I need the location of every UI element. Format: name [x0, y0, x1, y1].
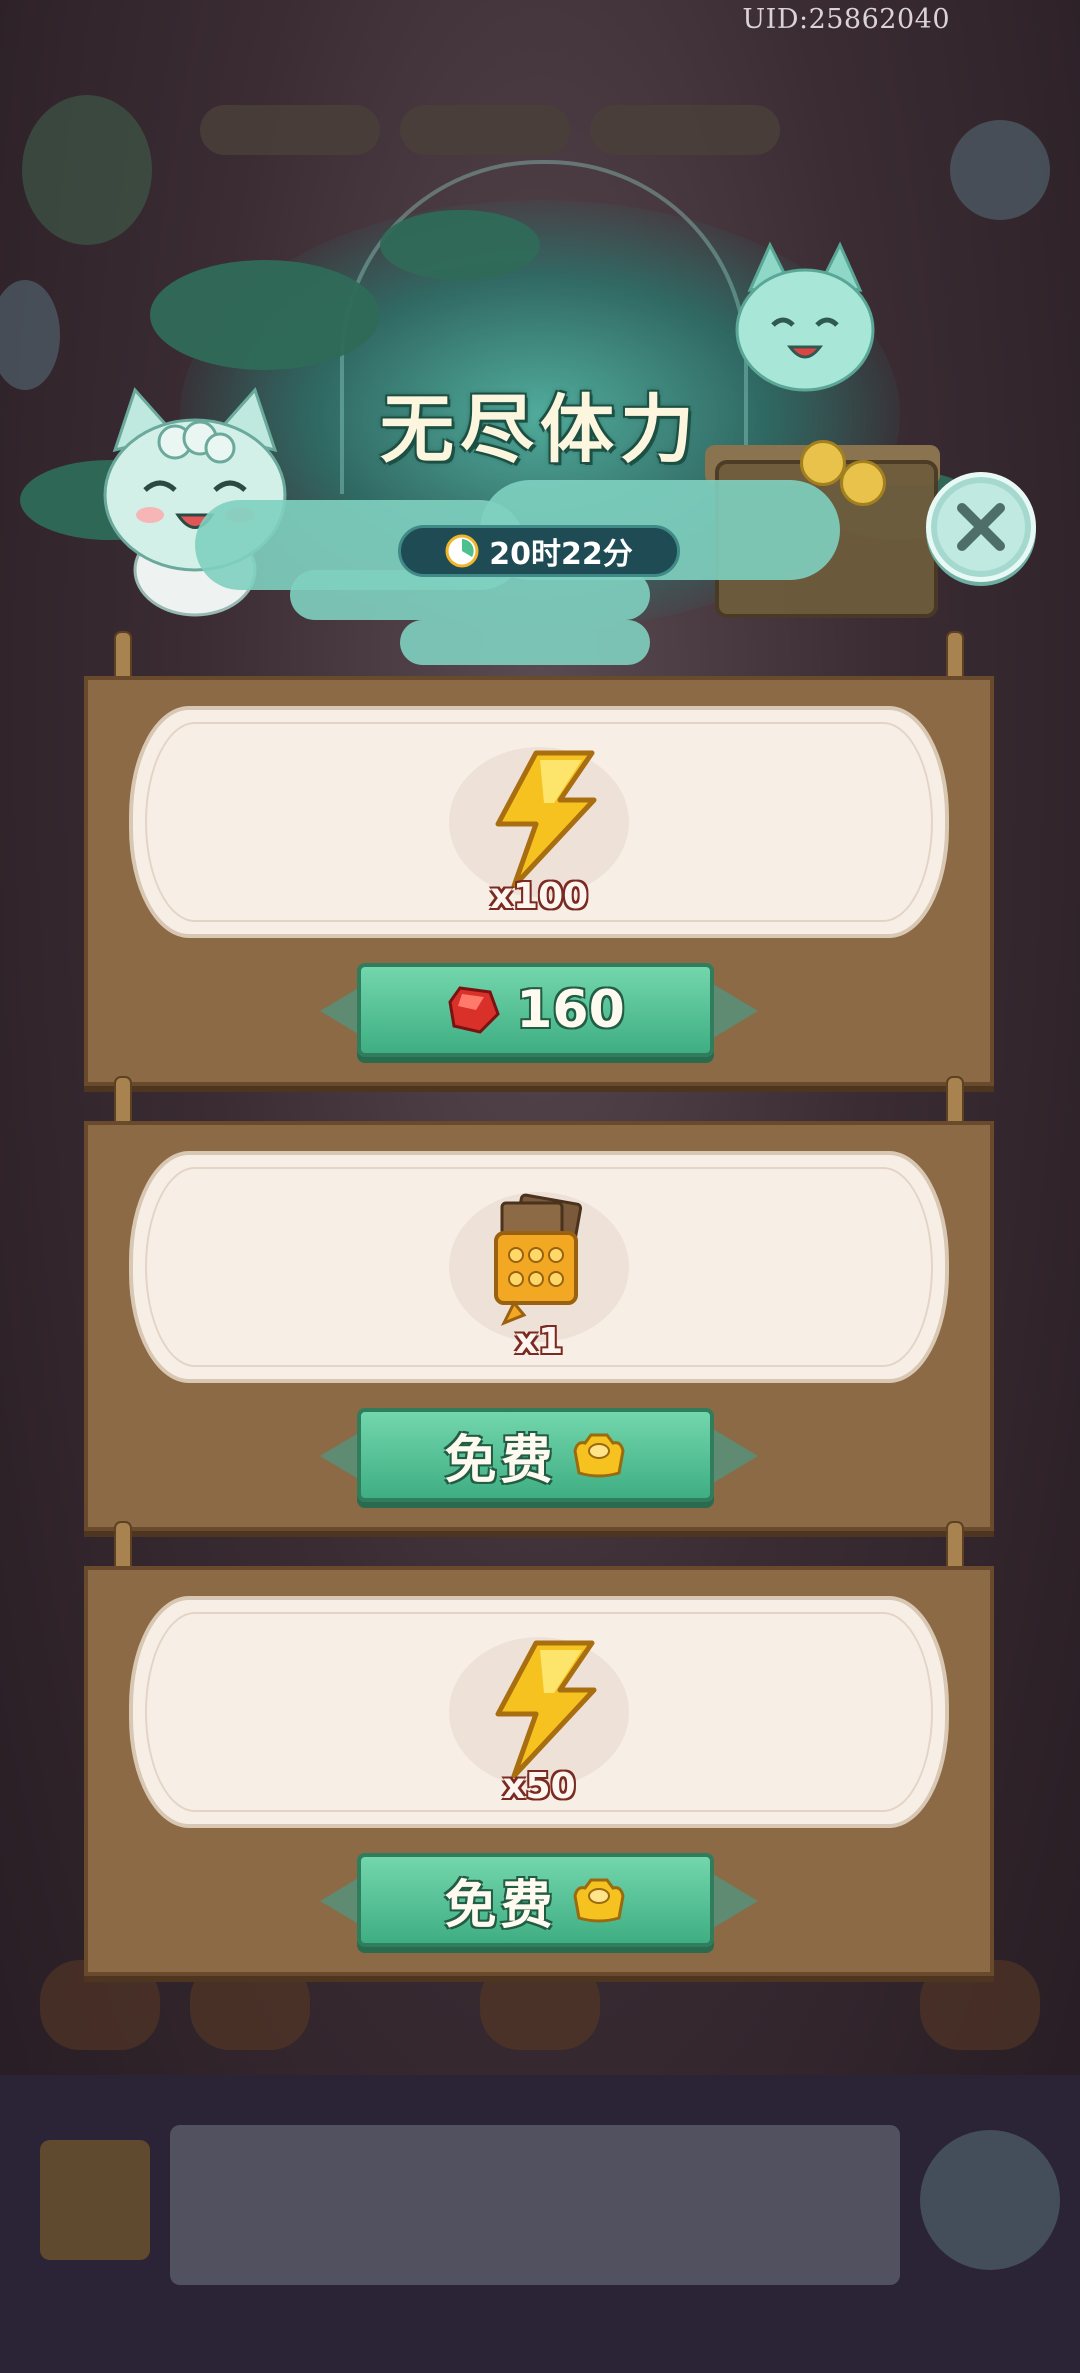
button-frame: 免费 [320, 1853, 758, 1949]
button-frame: 160 [320, 963, 758, 1059]
scroll-pack-icon [494, 1193, 583, 1326]
claim-free-button[interactable]: 免费 [357, 1408, 714, 1502]
reward-quantity: x1 [514, 1321, 564, 1362]
price-label: 160 [516, 980, 625, 1040]
close-icon [957, 503, 1005, 551]
offer-panel: x1 免费 [84, 1076, 994, 1531]
free-label: 免费 [444, 1429, 557, 1491]
offer-panel: x50 免费 [84, 1521, 994, 1976]
countdown-timer: 20时22分 [398, 525, 680, 577]
close-button[interactable] [926, 472, 1036, 582]
button-ornament [708, 1871, 758, 1931]
popup-header: 无尽体力 [0, 140, 1080, 680]
energy-bolt-icon [495, 750, 597, 888]
reward-card: x50 [129, 1596, 949, 1828]
cloud-swirl [290, 570, 650, 620]
reward-card: x1 [129, 1151, 949, 1383]
pine-branch [380, 210, 540, 280]
ruby-gem-icon [448, 986, 500, 1034]
background-chat-box [170, 2125, 900, 2285]
energy-bolt-icon [495, 1640, 597, 1778]
button-ornament [708, 981, 758, 1041]
offer-panel: x100 160 [84, 631, 994, 1086]
background-avatar-icon [920, 2130, 1060, 2270]
timer-text: 20时22分 [489, 537, 633, 572]
popup-title: 无尽体力 [380, 387, 700, 473]
gold-ingot-icon [572, 1433, 625, 1478]
reward-quantity: x100 [489, 876, 589, 917]
uid-label: UID:25862040 [742, 4, 950, 35]
reward-quantity: x50 [502, 1766, 576, 1807]
background-book-icon [40, 2140, 150, 2260]
buy-with-gems-button[interactable]: 160 [357, 963, 714, 1057]
cloud-swirl [400, 620, 650, 665]
button-ornament [708, 1426, 758, 1486]
pine-branch [150, 260, 380, 370]
timer-icon [445, 534, 479, 568]
claim-free-button[interactable]: 免费 [357, 1853, 714, 1947]
gold-ingot-icon [572, 1878, 625, 1923]
button-frame: 免费 [320, 1408, 758, 1504]
free-label: 免费 [444, 1874, 557, 1936]
reward-card: x100 [129, 706, 949, 938]
